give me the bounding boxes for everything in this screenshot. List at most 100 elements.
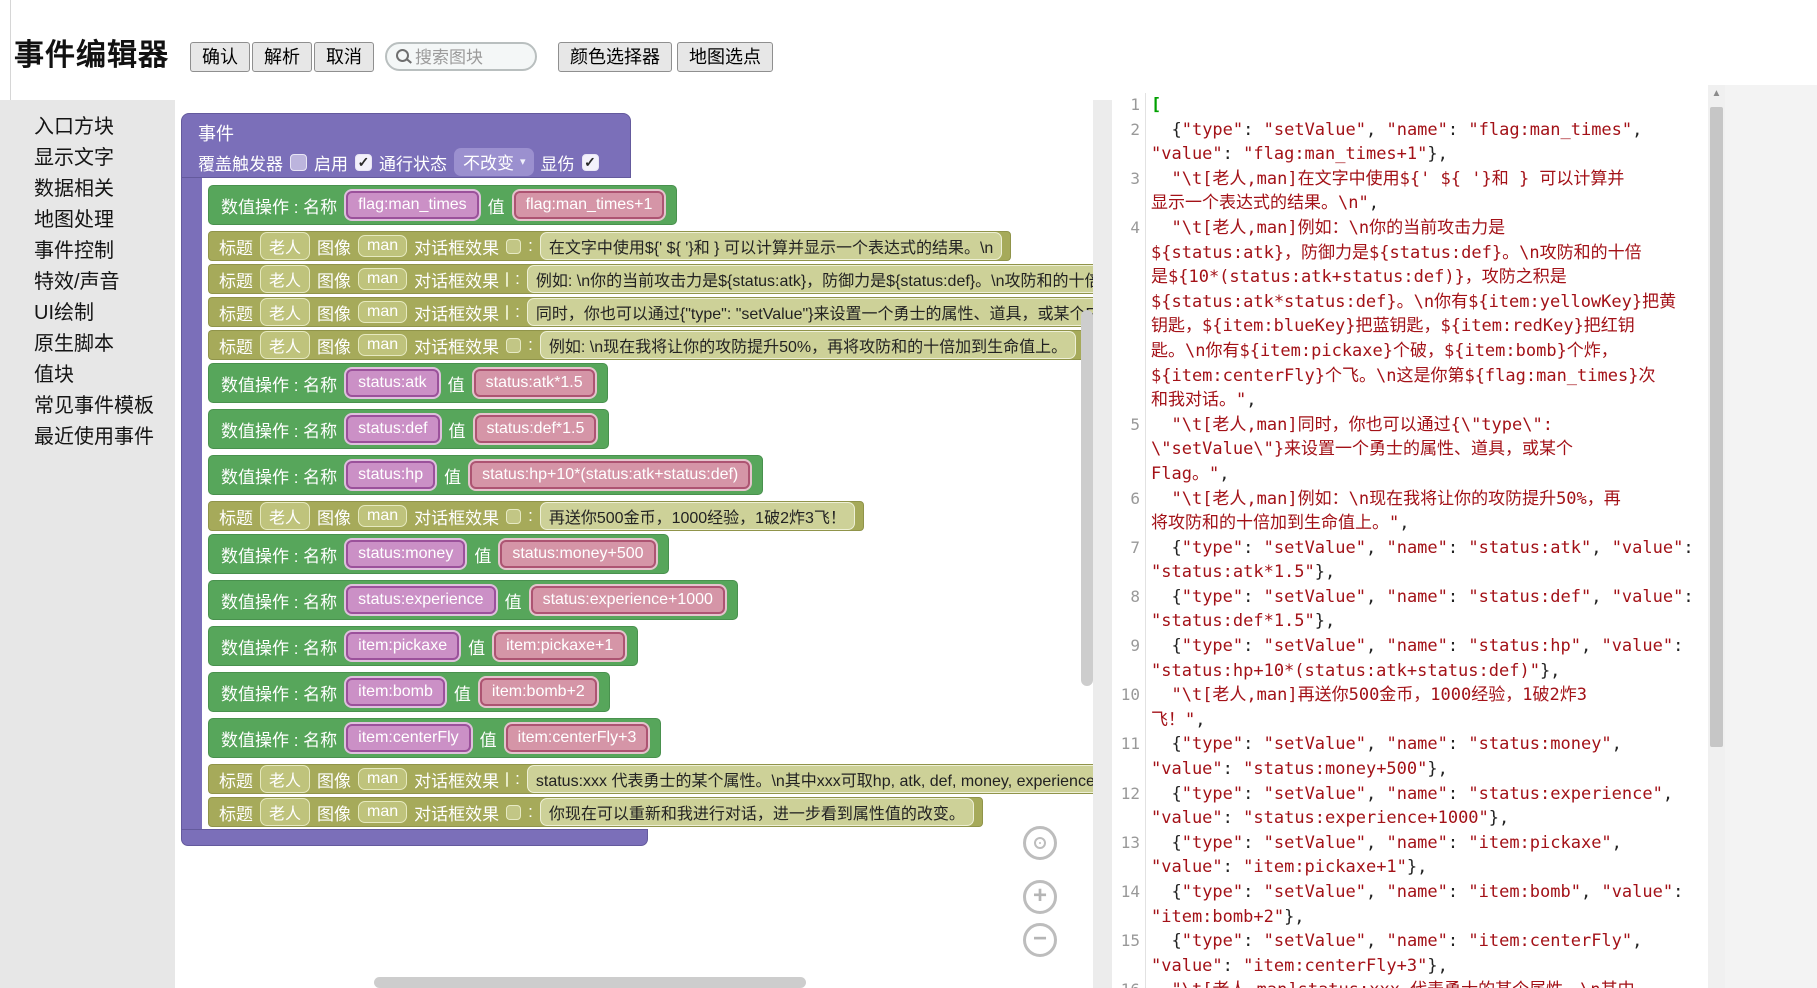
- speaker-field[interactable]: 老人: [260, 502, 310, 530]
- image-field[interactable]: man: [358, 334, 407, 356]
- title-label: 标题: [219, 333, 253, 358]
- name-field[interactable]: item:bomb: [346, 678, 445, 706]
- setvalue-block[interactable]: 数值操作 : 名称status:experience值status:experi…: [208, 580, 738, 620]
- code-line: 5 "\t[老人,man]同时，你也可以通过{\"type\":: [1112, 413, 1708, 438]
- dialog-effect-checkbox[interactable]: [506, 272, 508, 287]
- code-editor[interactable]: 1[2 {"type": "setValue", "name": "flag:m…: [1112, 85, 1708, 988]
- name-field[interactable]: status:money: [346, 540, 465, 568]
- code-line: ${item:centerFly}个飞。\n这是你第${flag:man_tim…: [1112, 364, 1708, 389]
- line-number: 6: [1112, 487, 1146, 512]
- name-field[interactable]: item:centerFly: [346, 724, 470, 752]
- dialog-text-field[interactable]: 再送你500金币，1000经验，1破2炸3飞！: [540, 502, 855, 530]
- text-block[interactable]: 标题老人图像man对话框效果:在文字中使用${' ${ '}和 } 可以计算并显…: [208, 231, 1011, 261]
- code-scrollbar-thumb[interactable]: [1710, 107, 1723, 747]
- image-field[interactable]: man: [358, 768, 407, 790]
- code-scrollbar[interactable]: ▲: [1708, 85, 1725, 988]
- image-field[interactable]: man: [358, 301, 407, 323]
- value-field[interactable]: status:experience+1000: [531, 586, 725, 614]
- reset-view-button[interactable]: [1023, 826, 1057, 860]
- speaker-field[interactable]: 老人: [260, 265, 310, 293]
- setvalue-block[interactable]: 数值操作 : 名称item:bomb值item:bomb+2: [208, 672, 610, 712]
- setvalue-block[interactable]: 数值操作 : 名称status:atk值status:atk*1.5: [208, 363, 608, 403]
- text-block[interactable]: 标题老人图像man对话框效果:你现在可以重新和我进行对话，进一步看到属性值的改变…: [208, 797, 983, 827]
- image-field[interactable]: man: [358, 505, 407, 527]
- sidebar-item-值块[interactable]: 值块: [0, 360, 175, 391]
- block-stack: 数值操作 : 名称flag:man_times值flag:man_times+1…: [208, 100, 1093, 846]
- sidebar-item-显示文字[interactable]: 显示文字: [0, 143, 175, 174]
- parse-button[interactable]: 解析: [252, 42, 312, 72]
- confirm-button[interactable]: 确认: [190, 42, 250, 72]
- value-field[interactable]: status:hp+10*(status:atk+status:def): [470, 461, 750, 489]
- sidebar-item-最近使用事件[interactable]: 最近使用事件: [0, 422, 175, 453]
- setvalue-block[interactable]: 数值操作 : 名称item:pickaxe值item:pickaxe+1: [208, 626, 638, 666]
- image-field[interactable]: man: [358, 235, 407, 257]
- value-field[interactable]: flag:man_times+1: [514, 191, 665, 219]
- name-field[interactable]: flag:man_times: [346, 191, 479, 219]
- speaker-field[interactable]: 老人: [260, 331, 310, 359]
- name-field[interactable]: status:experience: [346, 586, 495, 614]
- setvalue-block[interactable]: 数值操作 : 名称status:hp值status:hp+10*(status:…: [208, 455, 763, 495]
- name-field[interactable]: status:hp: [346, 461, 435, 489]
- sidebar-item-常见事件模板[interactable]: 常见事件模板: [0, 391, 175, 422]
- dialog-text-field[interactable]: 例如: \n现在我将让你的攻防提升50%，再将攻防和的十倍加到生命值上。: [540, 331, 1076, 359]
- name-field[interactable]: status:atk: [346, 369, 438, 397]
- line-number: [1112, 511, 1146, 536]
- dialog-effect-checkbox[interactable]: [506, 805, 521, 820]
- value-field[interactable]: status:money+500: [500, 540, 655, 568]
- text-block[interactable]: 标题老人图像man对话框效果:再送你500金币，1000经验，1破2炸3飞！: [208, 501, 864, 531]
- dialog-effect-checkbox[interactable]: [506, 239, 521, 254]
- sidebar-item-UI绘制[interactable]: UI绘制: [0, 298, 175, 329]
- dialog-effect-checkbox[interactable]: [506, 772, 508, 787]
- sidebar-item-入口方块[interactable]: 入口方块: [0, 112, 175, 143]
- dialog-effect-label: 对话框效果: [414, 234, 499, 259]
- dialog-text-field[interactable]: 在文字中使用${' ${ '}和 } 可以计算并显示一个表达式的结果。\n: [540, 232, 1002, 260]
- setvalue-block[interactable]: 数值操作 : 名称status:money值status:money+500: [208, 534, 669, 574]
- sidebar-item-原生脚本[interactable]: 原生脚本: [0, 329, 175, 360]
- workspace-vertical-scrollbar[interactable]: [1081, 310, 1093, 686]
- value-field[interactable]: status:atk*1.5: [474, 369, 595, 397]
- setvalue-block[interactable]: 数值操作 : 名称status:def值status:def*1.5: [208, 409, 609, 449]
- name-field[interactable]: item:pickaxe: [346, 632, 459, 660]
- speaker-field[interactable]: 老人: [260, 298, 310, 326]
- scrollbar-up-arrow-icon[interactable]: ▲: [1708, 85, 1725, 103]
- code-line: "value": "flag:man_times+1"},: [1112, 142, 1708, 167]
- dialog-effect-checkbox[interactable]: [506, 338, 521, 353]
- cancel-button[interactable]: 取消: [314, 42, 374, 72]
- text-block[interactable]: 标题老人图像man对话框效果:同时，你也可以通过{"type": "setVal…: [208, 297, 1093, 327]
- text-block[interactable]: 标题老人图像man对话框效果:status:xxx 代表勇士的某个属性。\n其中…: [208, 764, 1093, 794]
- sidebar-item-特效/声音[interactable]: 特效/声音: [0, 267, 175, 298]
- setvalue-block[interactable]: 数值操作 : 名称flag:man_times值flag:man_times+1: [208, 185, 677, 225]
- workspace-horizontal-scrollbar[interactable]: [374, 977, 806, 988]
- dialog-text-field[interactable]: status:xxx 代表勇士的某个属性。\n其中xxx可取hp, atk, d…: [527, 765, 1093, 793]
- sidebar-item-地图处理[interactable]: 地图处理: [0, 205, 175, 236]
- value-field[interactable]: item:centerFly+3: [506, 724, 649, 752]
- dialog-effect-checkbox[interactable]: [506, 509, 521, 524]
- setvalue-block[interactable]: 数值操作 : 名称item:centerFly值item:centerFly+3: [208, 718, 661, 758]
- zoom-in-button[interactable]: +: [1023, 880, 1057, 914]
- speaker-field[interactable]: 老人: [260, 232, 310, 260]
- text-block[interactable]: 标题老人图像man对话框效果:例如: \n现在我将让你的攻防提升50%，再将攻防…: [208, 330, 1093, 360]
- sidebar-item-数据相关[interactable]: 数据相关: [0, 174, 175, 205]
- search-input[interactable]: [413, 46, 532, 69]
- value-field[interactable]: status:def*1.5: [475, 415, 597, 443]
- blockly-workspace[interactable]: 事件 覆盖触发器启用✓通行状态不改变▾显伤✓ 数值操作 : 名称flag:man…: [175, 100, 1093, 988]
- dialog-effect-label: 对话框效果: [414, 300, 499, 325]
- color-picker-button[interactable]: 颜色选择器: [558, 42, 672, 72]
- dialog-text-field[interactable]: 同时，你也可以通过{"type": "setValue"}来设置一个勇士的属性、…: [527, 298, 1093, 326]
- dialog-text-field[interactable]: 你现在可以重新和我进行对话，进一步看到属性值的改变。: [540, 798, 974, 826]
- sidebar-item-事件控制[interactable]: 事件控制: [0, 236, 175, 267]
- speaker-field[interactable]: 老人: [260, 798, 310, 826]
- speaker-field[interactable]: 老人: [260, 765, 310, 793]
- title-label: 标题: [219, 267, 253, 292]
- value-field[interactable]: item:bomb+2: [480, 678, 597, 706]
- image-field[interactable]: man: [358, 268, 407, 290]
- dialog-effect-checkbox[interactable]: [506, 305, 508, 320]
- text-block[interactable]: 标题老人图像man对话框效果:例如: \n你的当前攻击力是${status:at…: [208, 264, 1093, 294]
- map-point-button[interactable]: 地图选点: [677, 42, 773, 72]
- name-field[interactable]: status:def: [346, 415, 439, 443]
- zoom-out-button[interactable]: −: [1023, 923, 1057, 957]
- dialog-text-field[interactable]: 例如: \n你的当前攻击力是${status:atk}，防御力是${status…: [527, 265, 1093, 293]
- image-field[interactable]: man: [358, 801, 407, 823]
- line-number: [1112, 265, 1146, 290]
- value-field[interactable]: item:pickaxe+1: [494, 632, 625, 660]
